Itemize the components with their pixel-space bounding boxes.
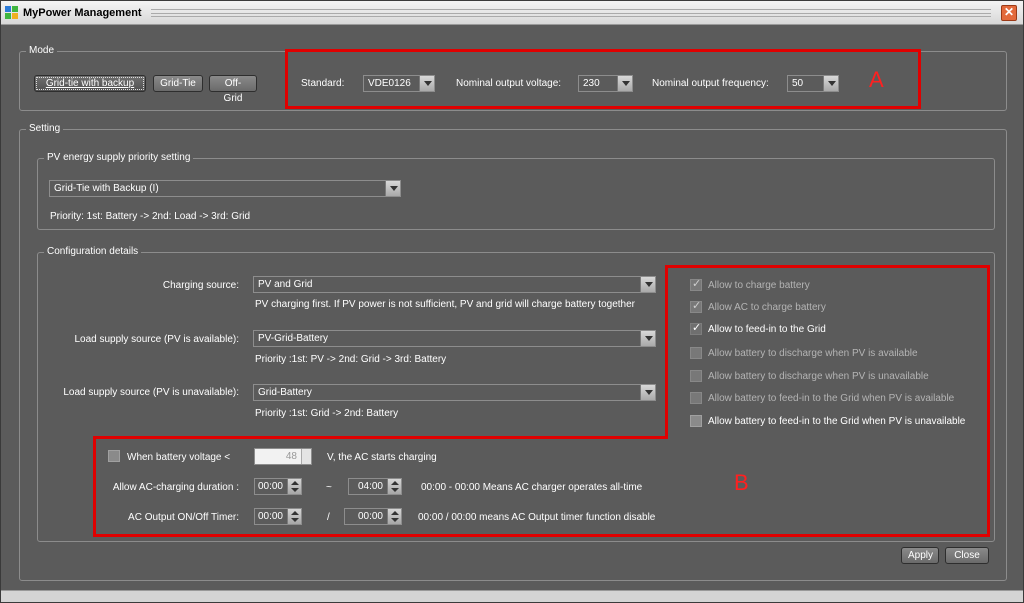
spinner-icon: [287, 479, 301, 494]
option-label-allow-charge-battery: Allow to charge battery: [708, 280, 810, 291]
ac-timer-start-input[interactable]: 00:00: [254, 508, 302, 525]
annotation-b-right: [987, 265, 990, 537]
load-pv-available-desc: Priority :1st: PV -> 2nd: Grid -> 3rd: B…: [255, 354, 447, 365]
charging-source-value: PV and Grid: [258, 279, 313, 290]
grid-tie-button[interactable]: Grid-Tie: [153, 75, 203, 92]
title-bar-grip: [151, 9, 991, 17]
ac-timer-end-input[interactable]: 00:00: [344, 508, 402, 525]
pv-priority-legend: PV energy supply priority setting: [44, 152, 194, 163]
apply-button[interactable]: Apply: [901, 547, 939, 564]
ac-duration-start-input[interactable]: 00:00: [254, 478, 302, 495]
chevron-down-icon: [640, 385, 655, 400]
close-window-button[interactable]: ✕: [1001, 5, 1017, 21]
setting-legend: Setting: [26, 123, 64, 134]
ac-duration-sep: ~: [326, 482, 332, 493]
load-pv-unavailable-label: Load supply source (PV is unavailable):: [63, 387, 239, 398]
pv-priority-select[interactable]: Grid-Tie with Backup (I): [49, 180, 401, 197]
battery-voltage-suffix: V, the AC starts charging: [327, 452, 437, 463]
option-label-battery-discharge-pv-unavailable: Allow battery to discharge when PV is un…: [708, 371, 929, 382]
battery-voltage-label: When battery voltage <: [127, 452, 231, 463]
checkbox-allow-feed-in-grid[interactable]: [690, 321, 702, 335]
load-pv-unavailable-desc: Priority :1st: Grid -> 2nd: Battery: [255, 408, 399, 419]
annotation-b-step: [93, 436, 668, 439]
chevron-down-icon: [640, 277, 655, 292]
chevron-down-icon: [640, 331, 655, 346]
ac-timer-note: 00:00 / 00:00 means AC Output timer func…: [418, 512, 656, 523]
spinner-icon: [287, 509, 301, 524]
load-pv-unavailable-select[interactable]: Grid-Battery: [253, 384, 656, 401]
checkbox-battery-discharge-pv-unavailable[interactable]: [690, 370, 702, 382]
pv-priority-value: Grid-Tie with Backup (I): [54, 183, 159, 194]
spinner-icon: [387, 479, 401, 494]
load-pv-available-value: PV-Grid-Battery: [258, 333, 329, 344]
checkbox-battery-feed-in-pv-available[interactable]: [690, 392, 702, 404]
annotation-b-left: [93, 436, 96, 537]
annotation-b-top: [665, 265, 990, 268]
grid-tie-with-backup-button[interactable]: Grid-tie with backup: [34, 75, 146, 92]
annotation-b-bottom: [93, 534, 990, 537]
window-title: MyPower Management: [23, 7, 142, 19]
ac-timer-sep: /: [327, 512, 330, 523]
mode-legend: Mode: [26, 45, 58, 56]
load-pv-available-label: Load supply source (PV is available):: [74, 334, 239, 345]
charging-source-select[interactable]: PV and Grid: [253, 276, 656, 293]
ac-timer-start-value: 00:00: [257, 511, 283, 522]
off-grid-button[interactable]: Off-Grid: [209, 75, 257, 104]
window-bottom-edge: [1, 590, 1023, 602]
spinner-icon: [387, 509, 401, 524]
configuration-legend: Configuration details: [44, 246, 142, 257]
option-label-battery-discharge-pv-available: Allow battery to discharge when PV is av…: [708, 348, 918, 359]
ac-duration-label: Allow AC-charging duration :: [112, 482, 239, 493]
ac-duration-end-value: 04:00: [357, 481, 383, 492]
option-label-battery-feed-in-pv-available: Allow battery to feed-in to the Grid whe…: [708, 393, 955, 404]
chevron-down-icon: [385, 181, 400, 196]
app-logo-icon: [5, 6, 18, 19]
checkbox-battery-discharge-pv-available[interactable]: [690, 347, 702, 359]
title-bar[interactable]: MyPower Management ✕: [1, 1, 1023, 25]
mypower-management-window: MyPower Management ✕ Mode Grid-tie with …: [0, 0, 1024, 603]
ac-duration-start-value: 00:00: [257, 481, 283, 492]
spinner-icon: [301, 449, 311, 464]
ac-timer-label: AC Output ON/Off Timer:: [128, 512, 239, 523]
pv-priority-text: Priority: 1st: Battery -> 2nd: Load -> 3…: [50, 211, 251, 222]
close-button[interactable]: Close: [945, 547, 989, 564]
checkbox-battery-voltage[interactable]: [108, 450, 120, 462]
charging-source-desc: PV charging first. If PV power is not su…: [255, 299, 636, 310]
option-label-allow-feed-in-grid: Allow to feed-in to the Grid: [708, 324, 826, 335]
ac-duration-end-input[interactable]: 04:00: [348, 478, 402, 495]
battery-voltage-value: 48: [285, 451, 297, 462]
checkbox-battery-feed-in-pv-unavailable[interactable]: [690, 415, 702, 427]
charging-source-label: Charging source:: [162, 280, 239, 291]
ac-timer-end-value: 00:00: [357, 511, 383, 522]
option-label-battery-feed-in-pv-unavailable: Allow battery to feed-in to the Grid whe…: [708, 416, 966, 427]
annotation-label-b: B: [734, 470, 749, 495]
annotation-b-inner-left: [665, 265, 668, 439]
annotation-box-a: [285, 49, 921, 109]
ac-duration-note: 00:00 - 00:00 Means AC charger operates …: [421, 482, 643, 493]
option-label-allow-ac-charge-battery: Allow AC to charge battery: [708, 302, 826, 313]
battery-voltage-input[interactable]: 48: [254, 448, 312, 465]
annotation-label-a: A: [869, 67, 884, 92]
load-pv-unavailable-value: Grid-Battery: [258, 387, 312, 398]
checkbox-allow-charge-battery[interactable]: [690, 277, 702, 291]
checkbox-allow-ac-charge-battery[interactable]: [690, 299, 702, 313]
load-pv-available-select[interactable]: PV-Grid-Battery: [253, 330, 656, 347]
